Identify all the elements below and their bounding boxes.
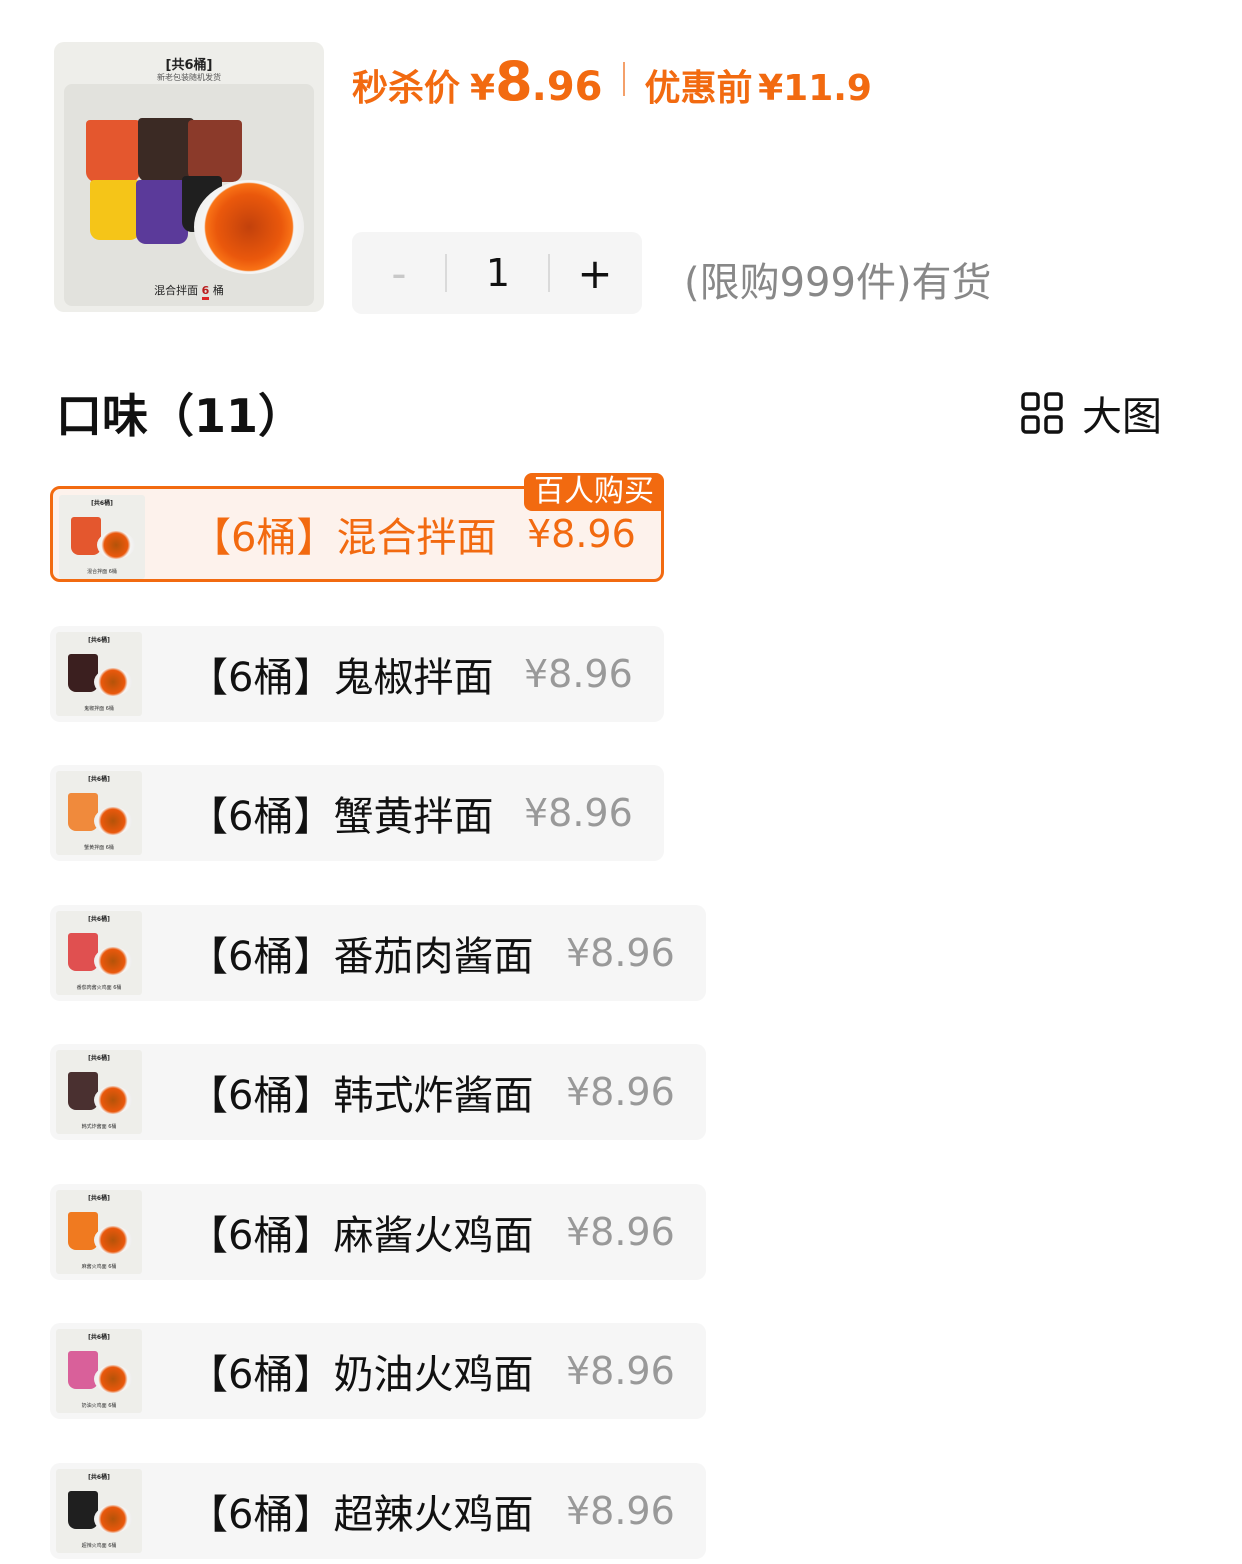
noodle-plate-image [94,1365,132,1393]
flavor-price: ¥8.96 [524,791,633,835]
thumbnail-caption: 韩式炸酱面 6桶 [81,1124,117,1130]
flavor-price: ¥8.96 [566,930,675,975]
noodle-cup-image [86,120,140,182]
flavor-option[interactable]: [共6桶] 蟹黄拌面 6桶 【6桶】蟹黄拌面 ¥8.96 [50,765,664,861]
large-image-label: 大图 [1082,394,1162,440]
noodle-cup-image [90,180,140,240]
flavor-name: 【6桶】奶油火鸡面 [188,1352,534,1398]
noodle-plate-image [94,667,132,696]
flavor-option[interactable]: [共6桶] 麻酱火鸡面 6桶 【6桶】麻酱火鸡面 ¥8.96 [50,1183,706,1280]
price-divider [622,62,625,96]
thumbnail-title: [共6桶] [88,636,110,644]
flavor-name: 【6桶】番茄肉酱面 [188,933,534,980]
flavor-price: ¥8.96 [566,1349,675,1393]
currency-symbol: ¥ [470,68,496,109]
flavor-price: ¥8.96 [566,1070,675,1114]
thumbnail-title: [共6桶] [88,1334,110,1341]
original-price-label: 优惠前 [644,68,753,109]
product-image-title: [共6桶] [165,58,213,73]
thumbnail-caption: 混合拌面 6桶 [87,569,117,575]
flavor-thumbnail: [共6桶] 鬼椒拌面 6桶 [56,631,142,716]
product-image-caption: 混合拌面 6 桶 [54,282,324,300]
noodle-cup-image [68,793,98,831]
grid-icon [1021,392,1063,434]
original-price: ¥11.9 [758,68,872,109]
flavor-thumbnail: [共6桶] 蟹黄拌面 6桶 [56,771,142,855]
thumbnail-caption: 麻酱火鸡面 6桶 [81,1263,117,1270]
flash-price-label: 秒杀价 [352,68,461,109]
flavor-price: ¥8.96 [566,1488,675,1533]
flavor-option[interactable]: [共6桶] 鬼椒拌面 6桶 【6桶】鬼椒拌面 ¥8.96 [50,625,664,722]
noodle-cup-image [188,120,242,182]
thumbnail-caption: 奶油火鸡面 6桶 [81,1403,117,1409]
flash-price-integer: 8 [495,50,533,113]
thumbnail-title: [共6桶] [88,1194,110,1202]
noodle-plate-image [94,1086,132,1114]
noodle-plate-image [94,807,132,835]
thumbnail-caption: 番茄肉酱火鸡面 6桶 [76,984,122,991]
flavor-name: 【6桶】混合拌面 [191,515,497,561]
flavor-name: 【6桶】超辣火鸡面 [188,1491,534,1538]
flavor-thumbnail: [共6桶] 番茄肉酱火鸡面 6桶 [56,910,142,995]
flavor-name: 【6桶】鬼椒拌面 [188,654,494,701]
thumbnail-title: [共6桶] [88,776,110,783]
product-image-subtitle: 新老包装随机发货 [157,73,221,82]
thumbnail-title: [共6桶] [88,1473,110,1481]
flavor-price: ¥8.96 [527,512,636,556]
thumbnail-title: [共6桶] [88,915,110,923]
noodle-plate-image [94,1225,132,1254]
popular-badge: 百人购买 [524,473,664,511]
thumbnail-title: [共6桶] [88,1055,110,1062]
large-image-toggle[interactable]: 大图 [1020,384,1162,442]
flavor-price: ¥8.96 [524,651,633,696]
quantity-stepper: - 1 + [352,232,642,314]
flavor-name: 【6桶】韩式炸酱面 [188,1073,534,1119]
thumbnail-caption: 鬼椒拌面 6桶 [84,705,114,712]
flavor-name: 【6桶】麻酱火鸡面 [188,1212,534,1259]
decrease-button[interactable]: - [352,232,446,314]
noodle-cup-image [68,1072,98,1110]
flavor-thumbnail: [共6桶] 韩式炸酱面 6桶 [56,1050,142,1134]
noodle-cup-image [68,1490,98,1529]
flavor-thumbnail: [共6桶] 超辣火鸡面 6桶 [56,1468,142,1553]
price-line: 秒杀价 ¥8.96 优惠前 ¥11.9 [352,50,872,113]
thumbnail-caption: 超辣火鸡面 6桶 [81,1542,117,1549]
flavor-thumbnail: [共6桶] 麻酱火鸡面 6桶 [56,1189,142,1274]
thumbnail-title: [共6桶] [91,500,113,507]
noodle-cup-image [68,653,98,692]
noodle-plate-image [194,180,304,274]
noodle-cup-image [71,517,101,555]
quantity-input[interactable]: 1 [446,232,550,314]
flavor-name: 【6桶】蟹黄拌面 [188,794,494,840]
product-image[interactable]: [共6桶] 新老包装随机发货 混合拌面 6 桶 [54,42,324,312]
flavor-thumbnail: [共6桶] 混合拌面 6桶 [59,495,145,579]
noodle-plate-image [94,946,132,975]
noodle-cup-image [68,1211,98,1250]
flavor-price: ¥8.96 [566,1209,675,1254]
noodle-plate-image [97,531,135,559]
noodle-cup-image [136,180,188,244]
noodle-cup-image [138,118,194,182]
increase-button[interactable]: + [548,232,642,314]
flavor-option[interactable]: [共6桶] 奶油火鸡面 6桶 【6桶】奶油火鸡面 ¥8.96 [50,1323,706,1419]
flavor-option[interactable]: [共6桶] 超辣火鸡面 6桶 【6桶】超辣火鸡面 ¥8.96 [50,1462,706,1559]
stock-status: (限购999件)有货 [684,260,992,306]
product-image-panel [64,84,314,306]
flash-price-decimal: .96 [531,64,603,110]
noodle-cup-image [68,932,98,971]
flavor-thumbnail: [共6桶] 奶油火鸡面 6桶 [56,1329,142,1413]
noodle-cup-image [68,1351,98,1389]
flavor-option[interactable]: [共6桶] 混合拌面 6桶 【6桶】混合拌面 ¥8.96 百人购买 [50,473,664,582]
flavor-option[interactable]: [共6桶] 番茄肉酱火鸡面 6桶 【6桶】番茄肉酱面 ¥8.96 [50,904,706,1001]
flavor-option[interactable]: [共6桶] 韩式炸酱面 6桶 【6桶】韩式炸酱面 ¥8.96 [50,1044,706,1140]
thumbnail-caption: 蟹黄拌面 6桶 [84,845,114,851]
noodle-plate-image [94,1504,132,1533]
flavor-section-title: 口味（11） [56,389,305,443]
